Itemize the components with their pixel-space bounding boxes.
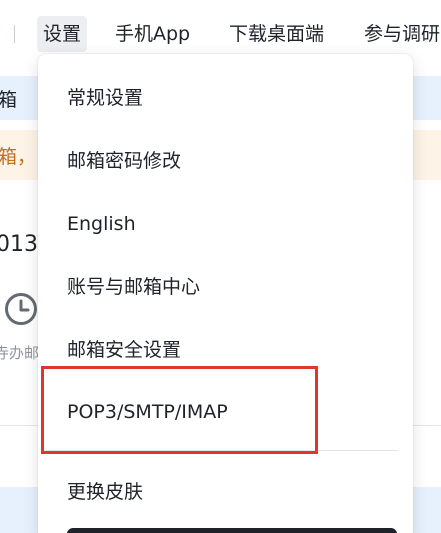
todo-mail-label: 寺办邮 — [0, 344, 40, 362]
nav-separator — [14, 25, 15, 43]
menu-divider — [41, 450, 398, 451]
menu-item-change-password[interactable]: 邮箱密码修改 — [38, 133, 413, 189]
nav-download-desktop[interactable]: 下载桌面端 — [229, 16, 324, 52]
nav-mobile-app[interactable]: 手机App — [115, 16, 190, 52]
menu-footer-bar — [67, 528, 397, 533]
notice-text: 箱， — [0, 146, 37, 168]
nav-survey[interactable]: 参与调研 — [364, 16, 440, 52]
menu-item-change-skin[interactable]: 更换皮肤 — [38, 464, 413, 520]
menu-item-english[interactable]: English — [38, 196, 413, 252]
nav-settings[interactable]: 设置 — [37, 16, 88, 52]
settings-dropdown-menu: 常规设置 邮箱密码修改 English 账号与邮箱中心 邮箱安全设置 POP3/… — [38, 54, 413, 533]
menu-item-account-center[interactable]: 账号与邮箱中心 — [38, 259, 413, 315]
mail-settings-page: 设置 手机App 下载桌面端 参与调研 箱 箱， 013, 寺办邮 常规设置 邮… — [0, 0, 441, 533]
menu-item-security-settings[interactable]: 邮箱安全设置 — [38, 322, 413, 378]
menu-item-pop3-smtp-imap[interactable]: POP3/SMTP/IMAP — [38, 384, 413, 440]
menu-item-general-settings[interactable]: 常规设置 — [38, 70, 413, 126]
folder-label: 箱 — [0, 89, 18, 111]
top-navigation-bar: 设置 手机App 下载桌面端 参与调研 — [0, 0, 441, 62]
clock-icon — [5, 293, 37, 325]
